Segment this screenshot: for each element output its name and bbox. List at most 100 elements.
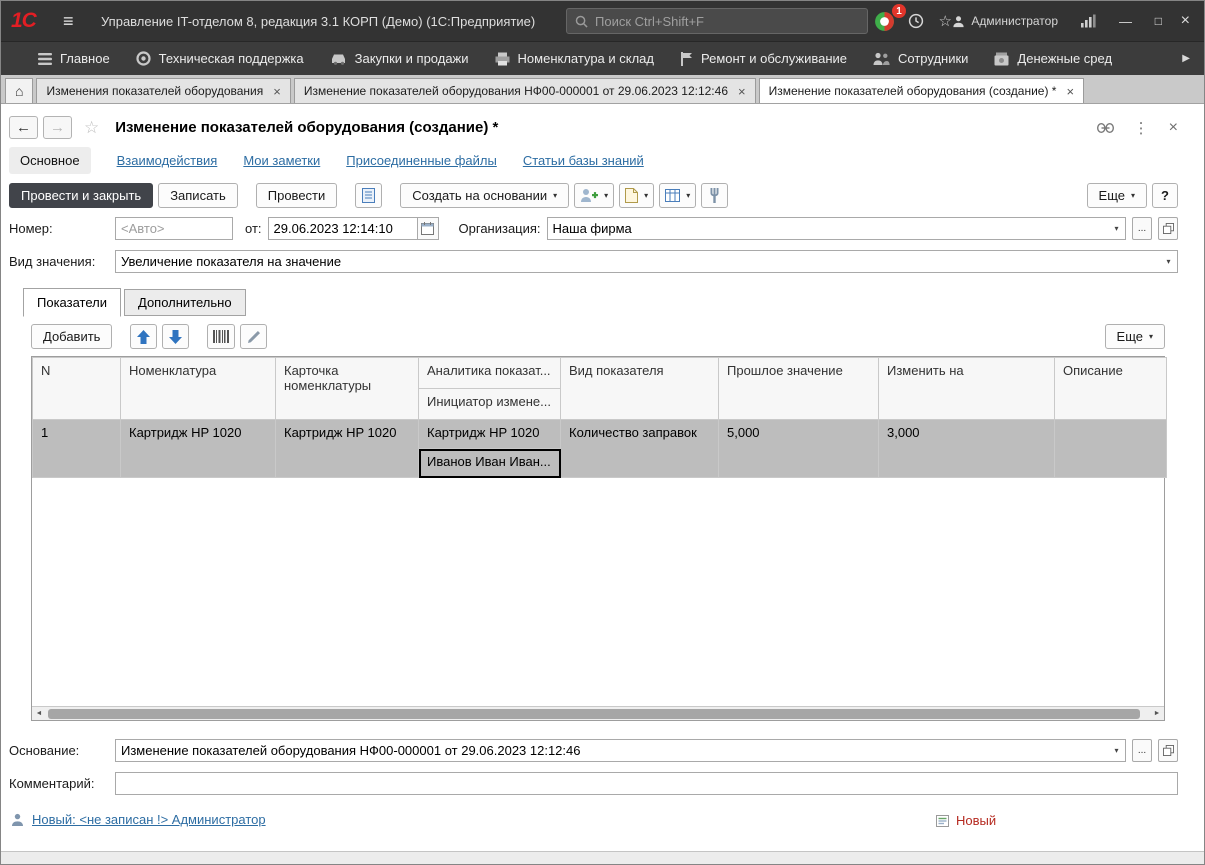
menu-item-repair[interactable]: Ремонт и обслуживание xyxy=(667,42,860,75)
col-header-nomenclature[interactable]: Номенклатура xyxy=(121,358,276,420)
scroll-left-icon[interactable]: ◄ xyxy=(32,710,46,717)
history-icon[interactable] xyxy=(908,1,924,41)
cell-change-by[interactable]: 3,000 xyxy=(879,420,1055,478)
minimize-button[interactable]: — xyxy=(1119,1,1132,41)
scroll-right-icon[interactable]: ► xyxy=(1150,710,1164,717)
move-row-down-button[interactable] xyxy=(162,324,189,349)
menu-item-support[interactable]: Техническая поддержка xyxy=(123,42,317,75)
tab-equipment-changes-list[interactable]: Изменения показателей оборудования × xyxy=(36,78,290,103)
cell-card[interactable]: Картридж HP 1020 xyxy=(276,420,419,478)
col-header-card[interactable]: Карточка номенклатуры xyxy=(276,358,419,420)
create-interaction-button[interactable]: ▾ xyxy=(574,183,614,208)
col-header-initiator[interactable]: Инициатор измене... xyxy=(419,389,561,420)
get-link-icon[interactable] xyxy=(1097,123,1114,133)
tab-new-document[interactable]: Изменение показателей оборудования (созд… xyxy=(759,78,1084,103)
nav-link-attached-files[interactable]: Присоединенные файлы xyxy=(346,153,497,168)
nav-link-kb-articles[interactable]: Статьи базы знаний xyxy=(523,153,644,168)
more-actions-icon[interactable]: ⋮ xyxy=(1134,119,1149,137)
menu-item-employees[interactable]: Сотрудники xyxy=(860,42,981,75)
post-button[interactable]: Провести xyxy=(256,183,338,208)
current-user[interactable]: Администратор xyxy=(952,1,1058,41)
col-header-n[interactable]: N xyxy=(33,358,121,420)
tab-additional[interactable]: Дополнительно xyxy=(124,289,246,316)
pick-wand-button[interactable] xyxy=(240,324,267,349)
close-form-icon[interactable]: × xyxy=(1169,119,1178,137)
form-settings-button[interactable] xyxy=(701,183,728,208)
more-label: Еще xyxy=(1099,188,1125,203)
titlebar: 1С ≡ Управление IT-отделом 8, редакция 3… xyxy=(1,1,1204,41)
nav-item-main[interactable]: Основное xyxy=(9,147,91,174)
post-and-close-button[interactable]: Провести и закрыть xyxy=(9,183,153,208)
create-based-on-button[interactable]: Создать на основании ▾ xyxy=(400,183,569,208)
document-register-records-button[interactable] xyxy=(355,183,382,208)
favorites-icon[interactable]: ☆ xyxy=(939,1,952,41)
number-date-org-row: Номер: от: Организация: ▾ ... xyxy=(9,217,1178,240)
col-header-kind[interactable]: Вид показателя xyxy=(561,358,719,420)
favorite-star-icon[interactable]: ☆ xyxy=(84,118,99,138)
tab-close-icon[interactable]: × xyxy=(273,84,281,99)
comment-input[interactable] xyxy=(115,772,1178,795)
tab-indicators[interactable]: Показатели xyxy=(23,288,121,317)
maximize-button[interactable]: □ xyxy=(1155,1,1162,41)
attached-files-button[interactable]: ▾ xyxy=(619,183,654,208)
tab-close-icon[interactable]: × xyxy=(738,84,746,99)
value-kind-field: ▾ xyxy=(115,250,1178,273)
reports-button[interactable]: ▾ xyxy=(659,183,696,208)
chevron-down-icon[interactable]: ▾ xyxy=(1108,218,1125,239)
back-button[interactable]: ← xyxy=(9,116,38,139)
value-kind-input[interactable] xyxy=(116,251,1160,272)
basis-open-button[interactable] xyxy=(1158,739,1178,762)
cell-kind[interactable]: Количество заправок xyxy=(561,420,719,478)
main-menu-icon[interactable]: ≡ xyxy=(63,1,74,41)
connection-icon[interactable] xyxy=(1080,1,1096,41)
close-window-button[interactable]: × xyxy=(1181,1,1190,41)
more-button[interactable]: Еще ▾ xyxy=(1087,183,1147,208)
organization-input[interactable] xyxy=(548,218,1108,239)
global-search-input[interactable]: Поиск Ctrl+Shift+F xyxy=(566,8,868,34)
col-header-description[interactable]: Описание xyxy=(1055,358,1167,420)
help-button[interactable]: ? xyxy=(1152,183,1178,208)
number-input[interactable] xyxy=(115,217,233,240)
grid-more-button[interactable]: Еще ▾ xyxy=(1105,324,1165,349)
date-input[interactable] xyxy=(268,217,418,240)
col-header-analytics[interactable]: Аналитика показат... xyxy=(419,358,561,389)
menu-item-purchases[interactable]: Закупки и продажи xyxy=(317,42,482,75)
menu-item-label: Ремонт и обслуживание xyxy=(701,51,847,66)
move-row-up-button[interactable] xyxy=(130,324,157,349)
cell-description[interactable] xyxy=(1055,420,1167,478)
horizontal-scrollbar[interactable]: ◄ ► xyxy=(32,706,1164,720)
basis-input[interactable] xyxy=(116,740,1108,761)
table-row[interactable]: 1 Картридж HP 1020 Картридж HP 1020 Карт… xyxy=(33,420,1167,449)
cell-nomenclature[interactable]: Картридж HP 1020 xyxy=(121,420,276,478)
scrollbar-thumb[interactable] xyxy=(48,709,1140,719)
document-status-link[interactable]: Новый: <не записан !> Администратор xyxy=(32,812,266,827)
cell-analytics[interactable]: Картридж HP 1020 xyxy=(419,420,561,449)
chevron-down-icon[interactable]: ▾ xyxy=(1108,740,1125,761)
tab-close-icon[interactable]: × xyxy=(1066,84,1074,99)
menu-item-main[interactable]: Главное xyxy=(25,42,123,75)
cell-initiator-focused[interactable]: Иванов Иван Иван... xyxy=(419,449,561,478)
basis-choose-button[interactable]: ... xyxy=(1132,739,1152,762)
col-header-change-by[interactable]: Изменить на xyxy=(879,358,1055,420)
organization-open-button[interactable] xyxy=(1158,217,1178,240)
write-button[interactable]: Записать xyxy=(158,183,238,208)
calendar-icon[interactable] xyxy=(417,217,439,240)
menu-item-warehouse[interactable]: Номенклатура и склад xyxy=(482,42,667,75)
organization-choose-button[interactable]: ... xyxy=(1132,217,1152,240)
forward-button[interactable]: → xyxy=(43,116,72,139)
col-header-previous-value[interactable]: Прошлое значение xyxy=(719,358,879,420)
form-navigation: Основное Взаимодействия Мои заметки Прис… xyxy=(9,147,1178,174)
barcode-button[interactable] xyxy=(207,324,235,349)
home-tab[interactable]: ⌂ xyxy=(5,78,33,103)
chevron-down-icon: ▾ xyxy=(1149,332,1153,341)
chevron-down-icon[interactable]: ▾ xyxy=(1160,251,1177,272)
menu-overflow-icon[interactable]: ▶ xyxy=(1176,53,1196,64)
add-row-button[interactable]: Добавить xyxy=(31,324,112,349)
menu-item-money[interactable]: Денежные сред xyxy=(981,42,1125,75)
nav-link-notes[interactable]: Мои заметки xyxy=(243,153,320,168)
tab-document-nf00-000001[interactable]: Изменение показателей оборудования НФ00-… xyxy=(294,78,756,103)
nav-link-interactions[interactable]: Взаимодействия xyxy=(117,153,218,168)
number-label: Номер: xyxy=(9,221,109,236)
cell-n[interactable]: 1 xyxy=(33,420,121,478)
cell-previous-value[interactable]: 5,000 xyxy=(719,420,879,478)
